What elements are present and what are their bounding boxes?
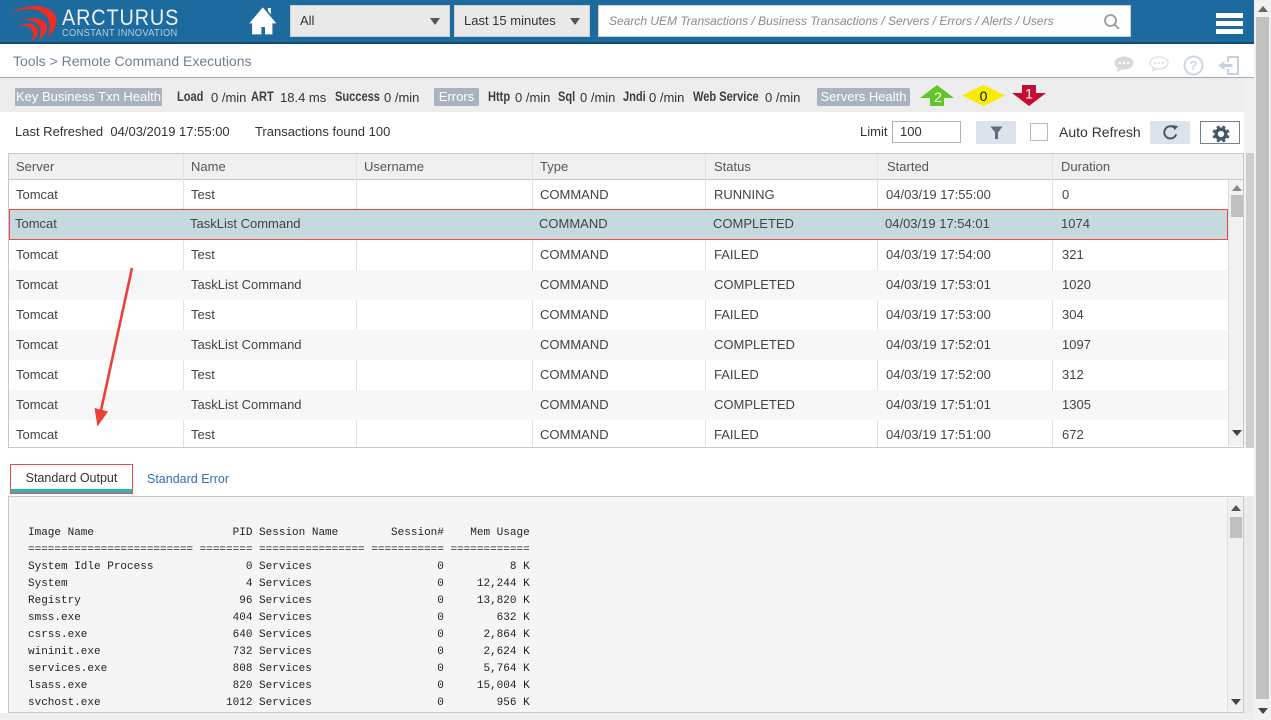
svg-text:0: 0 xyxy=(980,88,988,104)
svg-text:2: 2 xyxy=(934,89,942,105)
svg-text:1: 1 xyxy=(1025,86,1033,102)
svg-text:?: ? xyxy=(1190,58,1198,73)
